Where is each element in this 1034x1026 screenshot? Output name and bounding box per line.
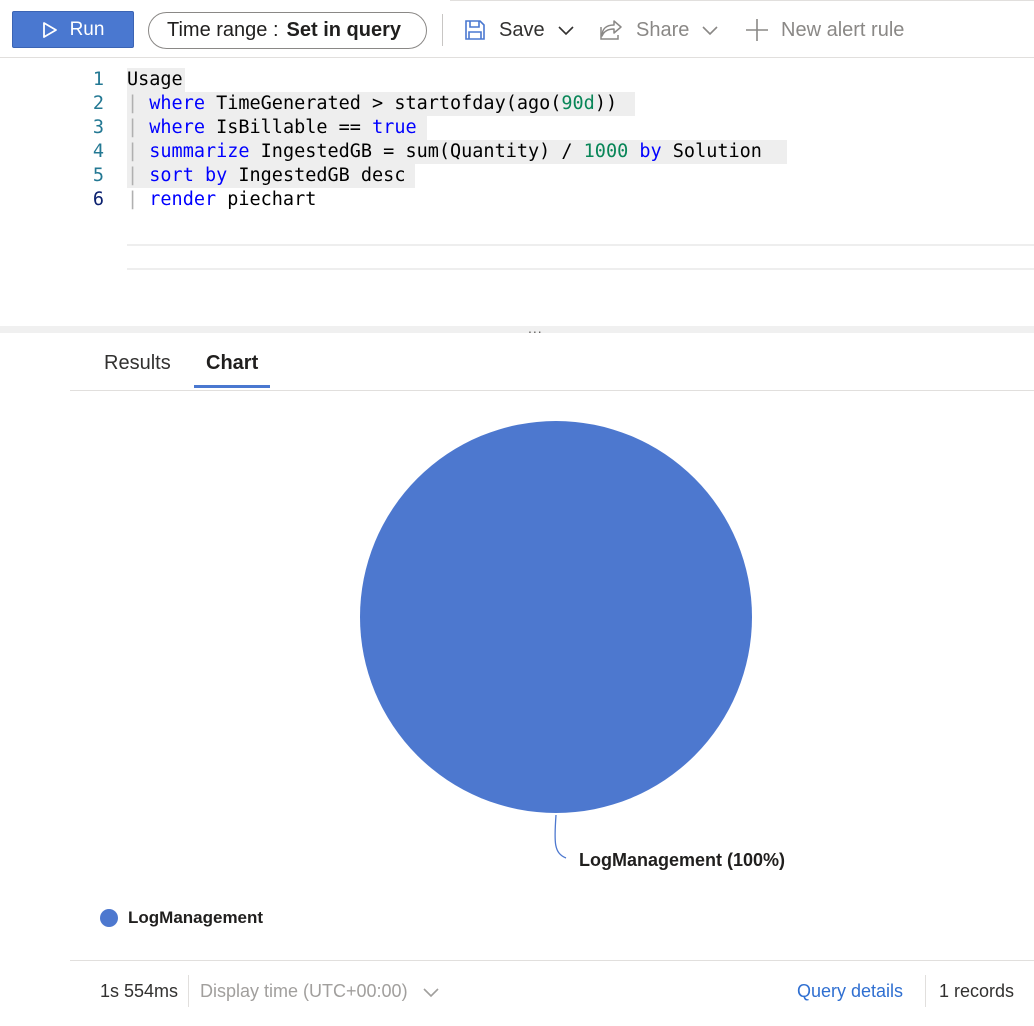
tab-selected-indicator bbox=[194, 385, 270, 388]
code-text: | where TimeGenerated > startofday(ago(9… bbox=[127, 92, 617, 116]
status-divider bbox=[188, 975, 189, 1007]
run-button-label: Run bbox=[69, 18, 105, 40]
toolbar-divider bbox=[442, 14, 443, 46]
code-number: 1000 bbox=[583, 141, 629, 162]
query-toolbar: Run Time range : Set in query Save Share… bbox=[0, 0, 1034, 58]
code-token: IngestedGB = sum(Quantity) / bbox=[249, 141, 584, 162]
code-line[interactable]: 3 | where IsBillable == true bbox=[0, 116, 1034, 140]
code-pipe: | bbox=[127, 165, 150, 186]
share-icon bbox=[600, 20, 622, 40]
line-number: 2 bbox=[92, 93, 104, 114]
code-line[interactable]: 4 | summarize IngestedGB = sum(Quantity) … bbox=[0, 140, 1034, 164]
code-text: Usage bbox=[127, 68, 183, 92]
pie-chart: LogManagement (100%) bbox=[360, 421, 785, 870]
line-number: 1 bbox=[92, 69, 104, 90]
code-keyword: true bbox=[372, 117, 417, 138]
results-tabs: Results Chart bbox=[70, 334, 1034, 391]
code-text: | where IsBillable == true bbox=[127, 116, 417, 140]
legend-marker bbox=[100, 909, 118, 927]
chevron-down-icon bbox=[558, 26, 574, 36]
line-number: 3 bbox=[92, 117, 104, 138]
time-range-picker[interactable]: Time range : Set in query bbox=[148, 12, 427, 49]
display-time-dropdown[interactable]: Display time (UTC+00:00) bbox=[200, 981, 440, 1002]
time-range-value: Set in query bbox=[286, 19, 402, 41]
code-keyword: summarize bbox=[149, 141, 250, 162]
toolbar-top-border bbox=[450, 0, 1034, 3]
code-text: | render piechart bbox=[127, 188, 316, 212]
share-button[interactable]: Share bbox=[598, 12, 719, 48]
save-icon bbox=[465, 20, 485, 40]
save-button[interactable]: Save bbox=[463, 12, 575, 48]
code-text: | sort by IngestedGB desc bbox=[127, 164, 405, 188]
code-token: )) bbox=[594, 93, 618, 114]
plus-icon bbox=[746, 19, 768, 41]
code-line[interactable]: 1 Usage bbox=[0, 68, 1034, 92]
line-number: 4 bbox=[92, 141, 104, 162]
code-token: Usage bbox=[127, 69, 183, 90]
slice-label-leader bbox=[554, 814, 567, 859]
code-keyword: by bbox=[639, 141, 662, 162]
time-range-label: Time range : bbox=[167, 19, 279, 41]
new-alert-rule-label: New alert rule bbox=[781, 18, 905, 41]
display-time-label: Display time (UTC+00:00) bbox=[200, 981, 408, 1001]
code-token: Solution bbox=[661, 141, 762, 162]
code-token: piechart bbox=[216, 189, 317, 210]
code-keyword: where bbox=[149, 117, 205, 138]
line-number: 6 bbox=[92, 189, 104, 210]
code-pipe: | bbox=[127, 93, 150, 114]
chevron-down-icon bbox=[702, 26, 718, 36]
code-pipe: | bbox=[127, 141, 150, 162]
current-line-highlight bbox=[127, 244, 1034, 270]
run-button[interactable]: Run bbox=[12, 11, 134, 48]
save-button-label: Save bbox=[499, 18, 545, 41]
code-token: IsBillable == bbox=[204, 117, 373, 138]
status-divider bbox=[925, 975, 926, 1007]
chart-legend: LogManagement bbox=[100, 908, 263, 928]
legend-label[interactable]: LogManagement bbox=[128, 908, 263, 928]
share-button-label: Share bbox=[636, 18, 690, 41]
query-editor[interactable]: 1 Usage 2 | where TimeGenerated > startofda… bbox=[0, 58, 1034, 326]
pane-splitter[interactable] bbox=[0, 326, 1034, 333]
slice-label: LogManagement (100%) bbox=[579, 850, 785, 870]
line-number: 5 bbox=[92, 165, 104, 186]
code-line[interactable]: 5 | sort by IngestedGB desc bbox=[0, 164, 1034, 188]
code-line[interactable]: 6 | render piechart bbox=[0, 188, 1034, 212]
code-keyword: where bbox=[149, 93, 205, 114]
code-line[interactable]: 2 | where TimeGenerated > startofday(ago(… bbox=[0, 92, 1034, 116]
record-count: 1 records bbox=[939, 981, 1015, 1001]
status-bar: 1s 554ms Display time (UTC+00:00) Query … bbox=[70, 960, 1034, 1026]
tab-results[interactable]: Results bbox=[104, 352, 171, 375]
code-keyword: render bbox=[149, 189, 217, 210]
chevron-down-icon bbox=[422, 987, 439, 997]
elapsed-time: 1s 554ms bbox=[100, 981, 179, 1001]
code-keyword: sort by bbox=[149, 165, 228, 186]
query-details-link[interactable]: Query details bbox=[797, 981, 903, 1002]
code-pipe: | bbox=[127, 117, 150, 138]
new-alert-rule-button[interactable]: New alert rule bbox=[745, 12, 904, 48]
code-text: | summarize IngestedGB = sum(Quantity) /… bbox=[127, 140, 762, 164]
code-token: TimeGenerated > startofday(ago( bbox=[204, 93, 562, 114]
code-number: 90d bbox=[561, 93, 595, 114]
code-pipe: | bbox=[127, 189, 150, 210]
pie-slice[interactable] bbox=[360, 421, 752, 813]
play-icon bbox=[42, 21, 57, 38]
tab-chart[interactable]: Chart bbox=[206, 352, 258, 375]
code-token: IngestedGB desc bbox=[227, 165, 406, 186]
